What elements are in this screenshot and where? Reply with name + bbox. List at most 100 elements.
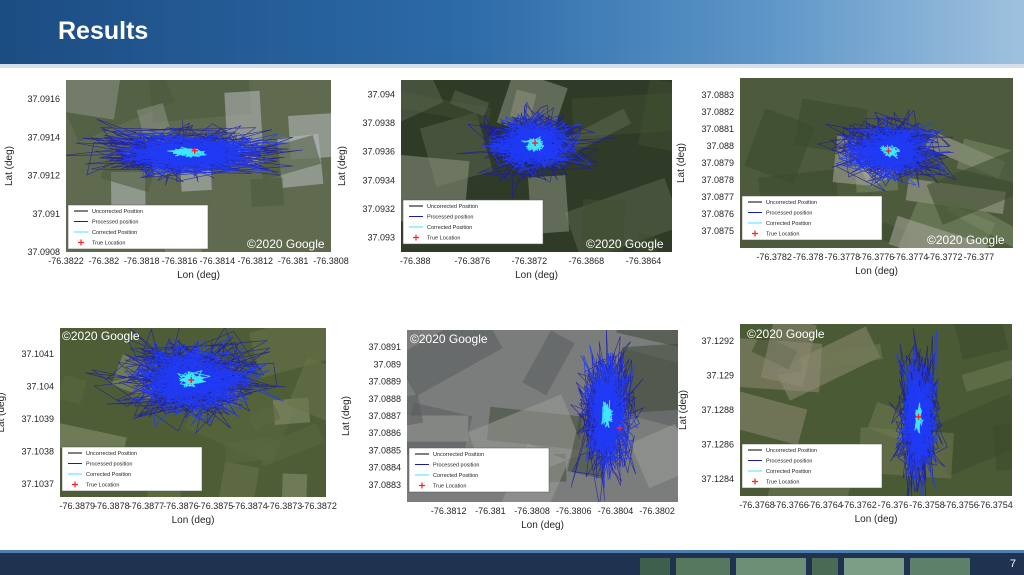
imagery-feature — [250, 177, 284, 207]
y-tick-label: 37.1288 — [701, 405, 734, 415]
x-tick-label: -76.376 — [878, 500, 909, 510]
footer-decoration — [736, 558, 806, 575]
geo-plot-2: ©2020 Google Uncorrected Position Processe… — [337, 80, 672, 281]
y-axis-label: Lat (deg) — [678, 390, 689, 430]
x-tick-label: -76.3766 — [773, 500, 809, 510]
y-tick-label: 37.0885 — [368, 445, 401, 455]
x-tick-label: -76.381 — [475, 506, 506, 516]
y-tick-label: 37.093 — [367, 233, 395, 243]
y-tick-label: 37.1286 — [701, 439, 734, 449]
y-tick-label: 37.088 — [706, 141, 734, 151]
legend-entry: Processed position — [766, 459, 812, 465]
y-tick-label: 37.0883 — [368, 480, 401, 490]
legend-entry: Uncorrected Position — [766, 200, 817, 206]
legend: Uncorrected Position Processed position Co… — [741, 195, 883, 241]
geo-plot-5: ©2020 Google Uncorrected Position Processe… — [341, 330, 678, 531]
y-tick-label: 37.0877 — [701, 192, 734, 202]
y-tick-label: 37.1041 — [21, 349, 54, 359]
footer-decoration — [640, 558, 670, 575]
imagery-feature — [66, 80, 123, 120]
y-tick-label: 37.0883 — [701, 90, 734, 100]
y-axis-label: Lat (deg) — [676, 143, 687, 183]
y-tick-label: 37.0908 — [27, 247, 60, 257]
y-tick-label: 37.1038 — [21, 447, 54, 457]
results-figure: ©2020 Google Uncorrected Position Processe… — [0, 78, 1013, 531]
x-axis-label: Lon (deg) — [855, 266, 898, 277]
legend-entry: Corrected Position — [766, 221, 811, 227]
legend-entry: Corrected Position — [433, 473, 478, 479]
y-tick-label: 37.1284 — [701, 474, 734, 484]
x-tick-label: -76.3764 — [807, 500, 843, 510]
x-tick-label: -76.377 — [964, 252, 995, 262]
legend-entry: True Location — [766, 480, 799, 486]
y-tick-label: 37.089 — [373, 359, 401, 369]
x-tick-label: -76.3872 — [301, 501, 337, 511]
x-tick-label: -76.3864 — [626, 256, 662, 266]
imagery-copyright: ©2020 Google — [410, 332, 488, 346]
legend-entry: Uncorrected Position — [86, 451, 137, 457]
imagery-feature — [580, 199, 626, 252]
y-tick-label: 37.0889 — [368, 377, 401, 387]
y-axis-label: Lat (deg) — [0, 392, 7, 432]
x-axis-label: Lon (deg) — [855, 514, 898, 525]
footer-decoration — [910, 558, 970, 575]
x-axis-label: Lon (deg) — [521, 520, 564, 531]
x-tick-label: -76.3875 — [198, 501, 234, 511]
y-tick-label: 37.0875 — [701, 226, 734, 236]
y-axis-label: Lat (deg) — [341, 396, 352, 436]
legend: Uncorrected Position Processed position Co… — [408, 447, 550, 493]
x-tick-label: -76.3877 — [129, 501, 165, 511]
y-tick-label: 37.0936 — [362, 147, 395, 157]
legend-entry: Processed position — [427, 215, 473, 221]
x-axis-label: Lon (deg) — [172, 515, 215, 526]
y-axis-label: Lat (deg) — [337, 146, 348, 186]
x-tick-label: -76.3873 — [267, 501, 303, 511]
x-tick-label: -76.3782 — [756, 252, 792, 262]
y-tick-label: 37.1037 — [21, 479, 54, 489]
x-tick-label: -76.378 — [793, 252, 824, 262]
y-tick-label: 37.094 — [367, 89, 395, 99]
legend-entry: Processed position — [86, 462, 132, 468]
footer-decoration — [844, 558, 904, 575]
legend: Uncorrected Position Processed position Co… — [61, 446, 203, 492]
geo-plot-6: ©2020 Google Uncorrected Position Processe… — [678, 324, 1013, 525]
x-tick-label: -76.388 — [400, 256, 431, 266]
page-number: 7 — [1009, 558, 1016, 570]
legend-entry: True Location — [92, 241, 125, 247]
legend-entry: True Location — [766, 232, 799, 238]
y-tick-label: 37.0888 — [368, 394, 401, 404]
legend-entry: Corrected Position — [766, 469, 811, 475]
footer-decoration — [676, 558, 730, 575]
y-tick-label: 37.129 — [706, 371, 734, 381]
imagery-copyright: ©2020 Google — [586, 237, 664, 251]
x-tick-label: -76.3816 — [162, 256, 198, 266]
imagery-copyright: ©2020 Google — [247, 237, 325, 251]
x-tick-label: -76.3778 — [825, 252, 861, 262]
imagery-feature — [992, 423, 1012, 471]
legend-entry: Corrected Position — [86, 472, 131, 478]
x-tick-label: -76.3806 — [556, 506, 592, 516]
x-tick-label: -76.3822 — [48, 256, 84, 266]
y-tick-label: 37.104 — [26, 382, 54, 392]
x-tick-label: -76.3808 — [313, 256, 349, 266]
y-axis-label: Lat (deg) — [4, 146, 15, 186]
y-tick-label: 37.0886 — [368, 428, 401, 438]
geo-plot-4: ©2020 Google Uncorrected Position Processe… — [0, 328, 337, 526]
x-axis-label: Lon (deg) — [177, 270, 220, 281]
y-tick-label: 37.1039 — [21, 414, 54, 424]
x-tick-label: -76.3802 — [639, 506, 675, 516]
x-tick-label: -76.3874 — [232, 501, 268, 511]
x-tick-label: -76.3808 — [514, 506, 550, 516]
legend-entry: Corrected Position — [92, 230, 137, 236]
geo-plot-3: ©2020 Google Uncorrected Position Processe… — [676, 78, 1013, 277]
legend-entry: Processed position — [766, 211, 812, 217]
legend-entry: Processed position — [92, 220, 138, 226]
y-tick-label: 37.0876 — [701, 209, 734, 219]
legend-entry: True Location — [427, 236, 460, 242]
x-tick-label: -76.3774 — [893, 252, 929, 262]
y-tick-label: 37.0912 — [27, 171, 60, 181]
y-tick-label: 37.0879 — [701, 158, 734, 168]
imagery-feature — [281, 473, 308, 497]
y-tick-label: 37.0884 — [368, 463, 401, 473]
x-tick-label: -76.3772 — [927, 252, 963, 262]
